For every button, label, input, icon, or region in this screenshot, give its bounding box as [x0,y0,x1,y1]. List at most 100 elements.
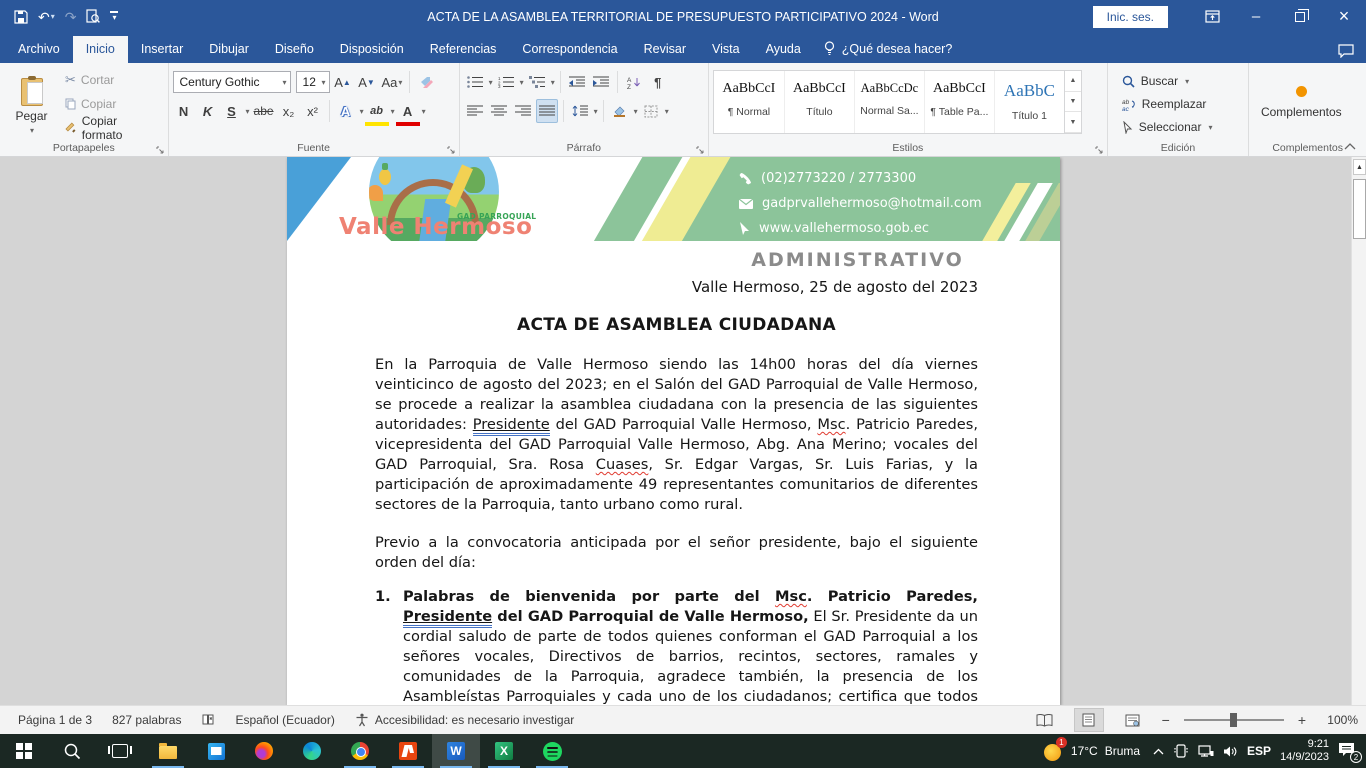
save-icon[interactable] [14,10,28,24]
bold-button[interactable]: N [173,99,195,123]
highlight-dropdown-arrow[interactable]: ▾ [391,107,395,116]
zoom-slider[interactable] [1184,719,1284,721]
style-titulo[interactable]: AaBbCcI Título [784,71,854,133]
borders-button[interactable] [640,99,662,123]
file-explorer-button[interactable] [144,734,192,768]
numbered-list-dropdown-arrow[interactable]: ▾ [520,78,524,87]
language-indicator[interactable]: ESP [1247,744,1271,758]
spotify-button[interactable] [528,734,576,768]
zoom-level[interactable]: 100% [1320,713,1358,727]
web-layout-button[interactable] [1118,708,1148,732]
customize-qat-icon[interactable]: ▾ [110,11,118,22]
excel-button[interactable]: X [480,734,528,768]
network-icon[interactable] [1198,745,1214,758]
word-count[interactable]: 827 palabras [102,713,191,727]
document-page[interactable]: GAD PARROQUIAL Valle Hermoso (02)2773220… [287,157,1060,705]
underline-button[interactable]: S [221,99,243,123]
vertical-scrollbar[interactable]: ▲ [1351,157,1366,705]
tab-vista[interactable]: Vista [699,36,753,63]
shrink-font-button[interactable]: A▼ [356,70,378,94]
zoom-out-button[interactable]: − [1162,712,1170,728]
portapapeles-dialog-launcher-icon[interactable] [156,146,164,154]
line-spacing-dropdown-arrow[interactable]: ▾ [594,107,598,116]
style-titulo-1[interactable]: AaBbC Título 1 [994,71,1064,133]
align-right-button[interactable] [512,99,534,123]
proofing-status[interactable] [191,713,225,727]
print-layout-button[interactable] [1074,708,1104,732]
styles-gallery-expand-icon[interactable]: ▼ [1065,112,1081,133]
format-painter-button[interactable]: Copiar formato [61,118,164,139]
parrafo-dialog-launcher-icon[interactable] [696,146,704,154]
pdf-app-button[interactable] [384,734,432,768]
font-size-combobox[interactable]: 12▾ [296,71,330,93]
clock[interactable]: 9:21 14/9/2023 [1280,738,1329,764]
close-button[interactable]: × [1322,0,1366,33]
minimize-button[interactable]: – [1234,0,1278,33]
page-indicator[interactable]: Página 1 de 3 [8,713,102,727]
styles-scroll-up-icon[interactable]: ▲ [1065,71,1081,92]
tab-ayuda[interactable]: Ayuda [753,36,814,63]
bullet-list-button[interactable] [464,70,486,94]
scroll-up-arrow[interactable]: ▲ [1353,159,1366,175]
font-name-combobox[interactable]: Century Gothic▾ [173,71,291,93]
estilos-dialog-launcher-icon[interactable] [1095,146,1103,154]
addins-button[interactable]: Complementos [1253,68,1349,140]
weather-widget[interactable]: 1 17°C Bruma [1040,741,1144,761]
font-color-dropdown-arrow[interactable]: ▾ [422,107,426,116]
fuente-dialog-launcher-icon[interactable] [447,146,455,154]
tab-inicio[interactable]: Inicio [73,36,128,63]
underline-dropdown-arrow[interactable]: ▾ [246,107,250,116]
start-button[interactable] [0,734,48,768]
word-button[interactable]: W [432,734,480,768]
language-indicator[interactable]: Español (Ecuador) [225,713,344,727]
select-button[interactable]: Seleccionar▾ [1116,117,1245,138]
justify-button[interactable] [536,99,558,123]
zoom-slider-thumb[interactable] [1230,713,1237,727]
styles-scroll-down-icon[interactable]: ▼ [1065,92,1081,113]
undo-dropdown-arrow[interactable]: ▾ [51,13,55,21]
find-button[interactable]: Buscar▾ [1116,71,1245,92]
tab-disposicion[interactable]: Disposición [327,36,417,63]
volume-icon[interactable] [1223,745,1238,758]
increase-indent-button[interactable] [590,70,612,94]
zoom-in-button[interactable]: + [1298,712,1306,728]
search-button[interactable] [48,734,96,768]
undo-icon[interactable]: ↶▾ [38,10,55,24]
scrollbar-thumb[interactable] [1353,179,1366,239]
bullet-list-dropdown-arrow[interactable]: ▾ [489,78,493,87]
tab-archivo[interactable]: Archivo [0,36,73,63]
paste-button[interactable]: Pegar ▾ [4,68,59,140]
feedback-icon[interactable] [1338,44,1354,58]
restore-button[interactable] [1278,0,1322,33]
italic-button[interactable]: K [197,99,219,123]
align-center-button[interactable] [488,99,510,123]
grow-font-button[interactable]: A▲ [332,70,354,94]
edge-button[interactable] [288,734,336,768]
decrease-indent-button[interactable] [566,70,588,94]
sign-in-button[interactable]: Inic. ses. [1093,6,1168,28]
print-preview-icon[interactable] [86,9,100,24]
tab-referencias[interactable]: Referencias [417,36,510,63]
paste-dropdown-arrow[interactable]: ▾ [30,126,34,135]
line-spacing-button[interactable] [569,99,591,123]
shading-button[interactable] [609,99,631,123]
clear-formatting-button[interactable] [415,70,437,94]
sort-button[interactable]: AZ [623,70,645,94]
collapse-ribbon-icon[interactable] [1344,143,1356,150]
mail-button[interactable] [192,734,240,768]
phone-link-icon[interactable] [1173,744,1189,758]
change-case-button[interactable]: Aa▾ [380,70,405,94]
subscript-button[interactable]: x₂ [278,99,300,123]
chrome-button[interactable] [336,734,384,768]
tell-me-box[interactable]: ¿Qué desea hacer? [814,35,963,63]
tab-diseno[interactable]: Diseño [262,36,327,63]
replace-button[interactable]: abac Reemplazar [1116,94,1245,115]
tab-revisar[interactable]: Revisar [631,36,699,63]
text-effects-button[interactable]: A [335,99,357,123]
highlight-button[interactable]: ab [366,99,388,123]
notification-center-button[interactable]: 2 [1338,742,1358,760]
text-effects-dropdown-arrow[interactable]: ▾ [360,107,364,116]
multilevel-list-button[interactable] [526,70,548,94]
accessibility-status[interactable]: Accesibilidad: es necesario investigar [345,713,584,727]
read-mode-button[interactable] [1030,708,1060,732]
